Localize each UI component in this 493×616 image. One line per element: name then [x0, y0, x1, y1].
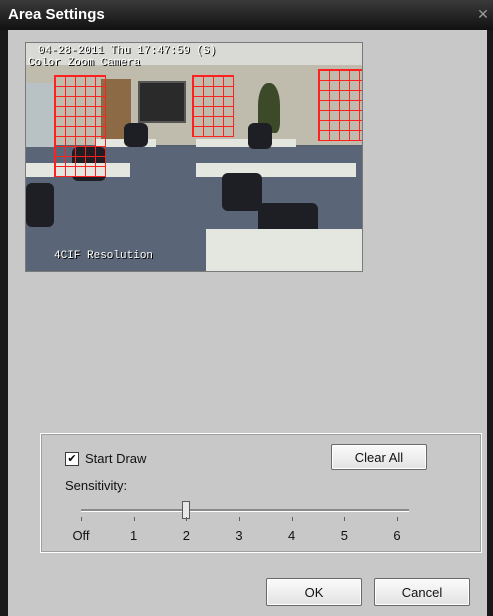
- sensitivity-tick-label: 2: [182, 528, 190, 543]
- camera-scene-chair: [248, 123, 272, 149]
- camera-scene-chair: [26, 183, 54, 227]
- sensitivity-tick-mark: [239, 517, 240, 521]
- camera-scene-desk: [196, 139, 296, 147]
- camera-scene-desk: [196, 163, 356, 177]
- camera-scene-monitor: [138, 81, 186, 123]
- motion-area-grid[interactable]: [318, 69, 362, 141]
- window-frame-left: [0, 30, 8, 616]
- sensitivity-slider-track[interactable]: [81, 509, 409, 512]
- ok-button[interactable]: OK: [266, 578, 362, 606]
- sensitivity-tick-label: Off: [72, 528, 90, 543]
- camera-scene-chair: [222, 173, 262, 211]
- sensitivity-tick-mark: [344, 517, 346, 521]
- start-draw-label[interactable]: Start Draw: [85, 451, 146, 466]
- sensitivity-label: Sensitivity:: [65, 478, 128, 493]
- motion-area-grid[interactable]: [192, 75, 234, 137]
- camera-scene-window: [26, 83, 56, 153]
- sensitivity-tick-label: 3: [235, 528, 243, 543]
- sensitivity-tick-label: 1: [130, 528, 138, 543]
- camera-scene-desk: [206, 229, 362, 271]
- dialog-title: Area Settings: [8, 6, 105, 23]
- dialog-content: 04-28-2011 Thu 17:47:59 (S) Color Zoom C…: [8, 30, 487, 616]
- motion-area-grid[interactable]: [54, 75, 106, 177]
- camera-resolution: 4CIF Resolution: [54, 250, 154, 262]
- sensitivity-tick-label: 4: [288, 528, 296, 543]
- area-controls-panel: ✔ Start Draw Clear All Sensitivity: Off 1…: [40, 433, 482, 553]
- sensitivity-tick-mark: [81, 517, 82, 521]
- window-frame-right: [487, 30, 493, 616]
- sensitivity-tick-label: 5: [340, 528, 348, 543]
- camera-scene-chair: [124, 123, 148, 147]
- clear-all-button[interactable]: Clear All: [331, 444, 427, 470]
- cancel-button[interactable]: Cancel: [374, 578, 470, 606]
- title-bar[interactable]: Area Settings ✕: [0, 0, 493, 30]
- sensitivity-tick-mark: [397, 517, 398, 521]
- camera-preview[interactable]: 04-28-2011 Thu 17:47:59 (S) Color Zoom C…: [25, 42, 363, 272]
- sensitivity-tick-mark: [133, 517, 135, 521]
- sensitivity-tick-mark: [291, 517, 293, 521]
- camera-timestamp: 04-28-2011 Thu 17:47:59 (S): [38, 45, 217, 57]
- sensitivity-tick-label: 6: [393, 528, 401, 543]
- start-draw-checkbox[interactable]: ✔: [65, 452, 79, 466]
- sensitivity-tick-mark: [186, 517, 188, 521]
- close-icon[interactable]: ✕: [475, 6, 491, 22]
- camera-name: Color Zoom Camera: [28, 57, 141, 69]
- area-settings-dialog: Area Settings ✕ 04-28-2011 Thu 17:47:59 …: [0, 0, 493, 616]
